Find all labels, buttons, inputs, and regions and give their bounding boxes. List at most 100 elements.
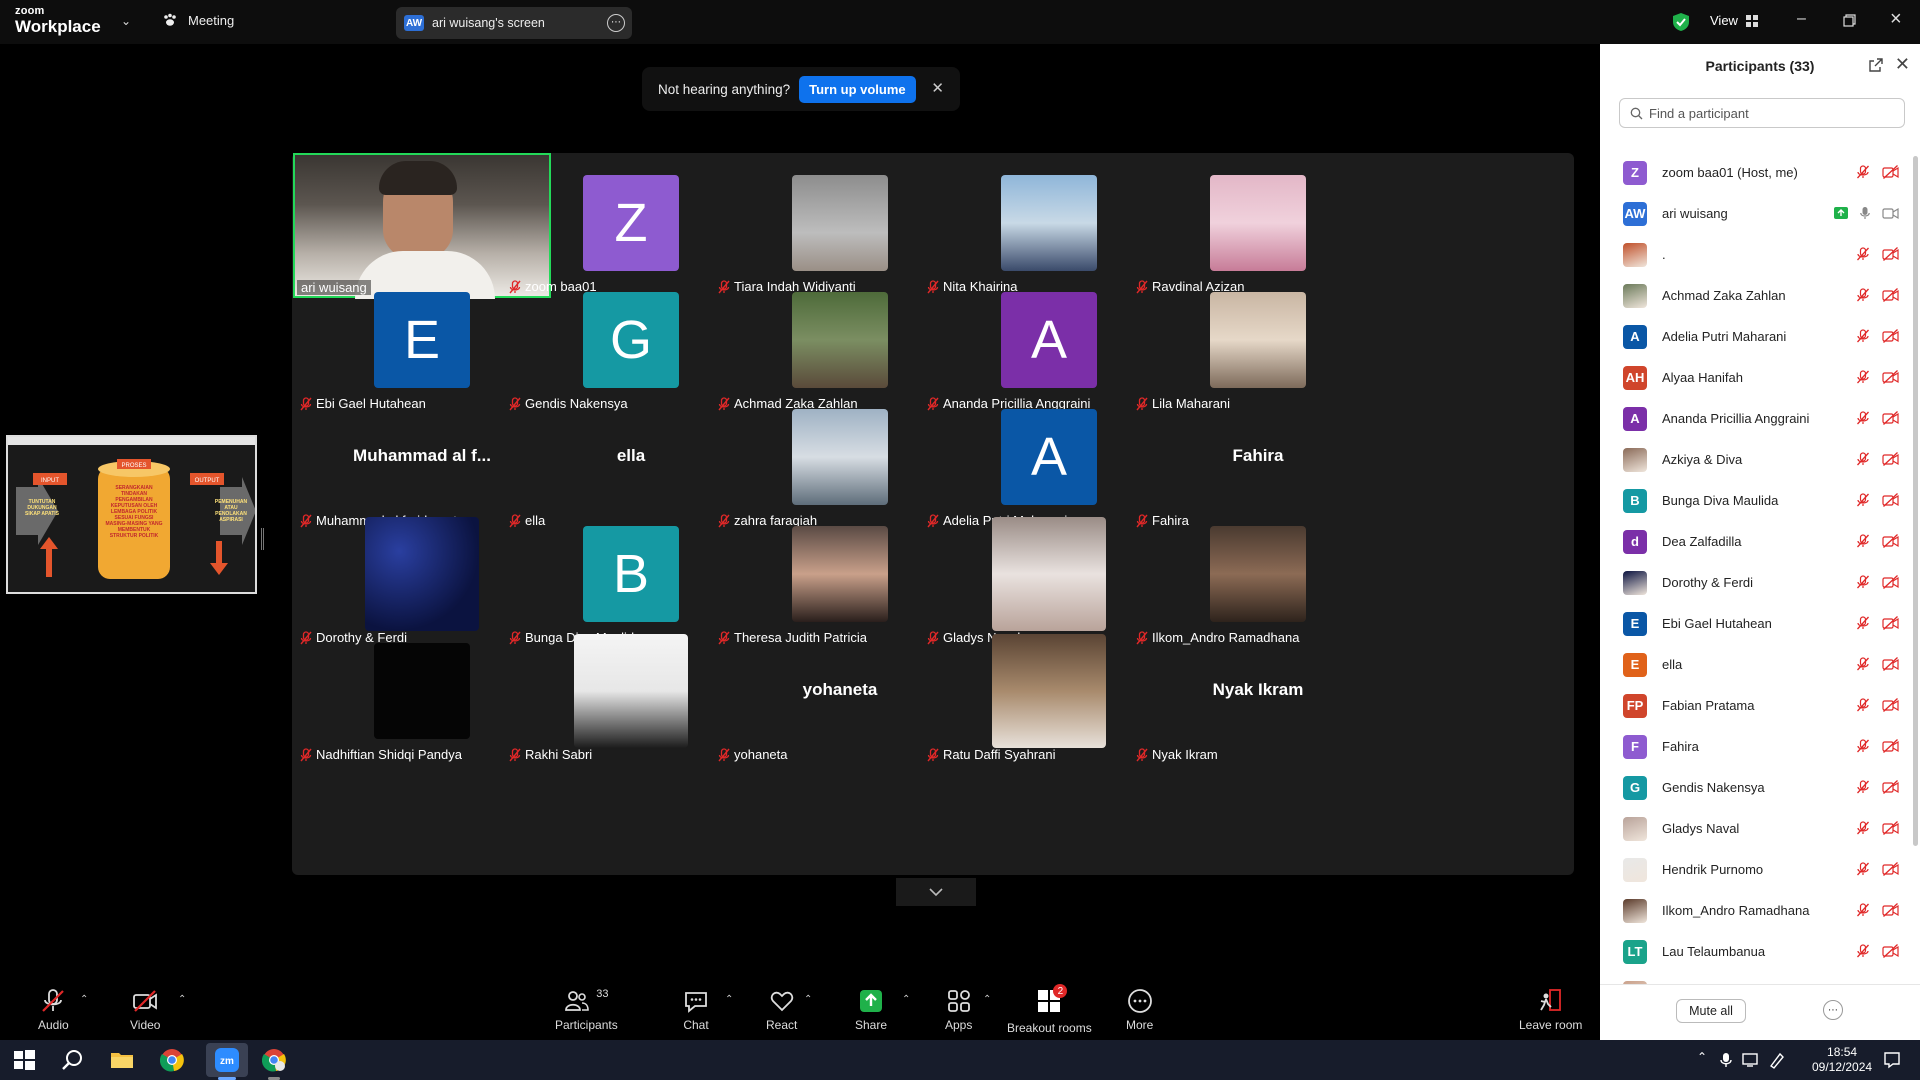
mic-muted-icon[interactable] [1856,534,1870,548]
video-off-icon[interactable] [1882,534,1899,548]
mic-muted-icon[interactable] [1856,329,1870,343]
more-options-button[interactable]: ⋯ [1823,1000,1843,1020]
participant-row[interactable]: FP Fabian Pratama [1600,685,1920,726]
system-clock[interactable]: 18:54 09/12/2024 [1812,1045,1872,1075]
close-window-icon[interactable]: × [1890,8,1902,31]
mic-muted-icon[interactable] [1856,739,1870,753]
shared-screen-thumbnail[interactable]: INPUT PROSES OUTPUT TUNTUTAN DUKUNGAN SI… [6,435,257,594]
mic-muted-icon[interactable] [1856,411,1870,425]
mic-muted-icon[interactable] [1856,698,1870,712]
video-icon[interactable] [1882,206,1899,220]
participant-row[interactable]: A Adelia Putri Maharani [1600,316,1920,357]
mic-muted-icon[interactable] [1856,370,1870,384]
restore-icon[interactable] [1843,14,1856,27]
close-panel-icon[interactable]: ✕ [1895,54,1910,75]
apps-options-caret[interactable]: ⌃ [983,994,991,1005]
participant-row[interactable]: G Gendis Nakensya [1600,767,1920,808]
video-off-icon[interactable] [1882,452,1899,466]
participant-row[interactable]: LT Lau Telaumbanua [1600,931,1920,972]
video-off-icon[interactable] [1882,780,1899,794]
close-banner-icon[interactable]: ✕ [931,79,944,97]
mic-icon[interactable] [1860,206,1870,220]
thumbnail-drag-handle[interactable] [261,528,264,550]
video-off-icon[interactable] [1882,329,1899,343]
video-off-icon[interactable] [1882,657,1899,671]
microphone-tray-icon[interactable] [1720,1052,1732,1068]
meeting-tab[interactable]: Meeting [162,12,234,28]
video-off-icon[interactable] [1882,944,1899,958]
chat-options-caret[interactable]: ⌃ [725,994,733,1005]
chrome-profile-icon[interactable] [262,1048,286,1072]
video-off-icon[interactable] [1882,165,1899,179]
participant-list-scrollbar[interactable] [1913,156,1918,846]
more-button[interactable]: More [1126,988,1153,1032]
video-tile[interactable]: Nyak Ikram Nyak Ikram [1130,619,1386,763]
pen-tray-icon[interactable] [1768,1051,1786,1069]
video-off-icon[interactable] [1882,903,1899,917]
leave-room-button[interactable]: Leave room [1519,988,1582,1032]
mic-muted-icon[interactable] [1856,862,1870,876]
share-button[interactable]: Share [855,988,887,1032]
mic-muted-icon[interactable] [1856,657,1870,671]
video-off-icon[interactable] [1882,370,1899,384]
video-off-icon[interactable] [1882,411,1899,425]
tray-chevron-up-icon[interactable]: ⌃ [1697,1050,1707,1064]
network-icon[interactable] [1742,1052,1760,1068]
react-options-caret[interactable]: ⌃ [804,994,812,1005]
zoom-workplace-logo[interactable]: zoom Workplace [15,6,101,36]
shared-screen-tab[interactable]: AW ari wuisang's screen ⋯ [396,7,632,39]
participant-row[interactable]: A Ananda Pricillia Anggraini [1600,398,1920,439]
more-options-icon[interactable]: ⋯ [607,14,625,32]
video-button[interactable]: Video [130,988,160,1032]
video-off-icon[interactable] [1882,575,1899,589]
participant-row[interactable]: Azkiya & Diva [1600,439,1920,480]
view-button[interactable]: View [1710,13,1758,28]
audio-options-caret[interactable]: ⌃ [80,994,88,1005]
participant-row[interactable]: B Bunga Diva Maulida [1600,480,1920,521]
participant-row[interactable]: E Ebi Gael Hutahean [1600,603,1920,644]
chrome-icon[interactable] [160,1048,184,1072]
mic-muted-icon[interactable] [1856,165,1870,179]
video-off-icon[interactable] [1882,493,1899,507]
video-off-icon[interactable] [1882,739,1899,753]
chevron-down-icon[interactable]: ⌄ [121,14,131,28]
participant-row[interactable]: d Dea Zalfadilla [1600,521,1920,562]
turn-up-volume-button[interactable]: Turn up volume [799,75,916,103]
pop-out-icon[interactable] [1868,57,1884,73]
video-options-caret[interactable]: ⌃ [178,994,186,1005]
mic-muted-icon[interactable] [1856,452,1870,466]
mic-muted-icon[interactable] [1856,247,1870,261]
participant-row[interactable]: Dorothy & Ferdi [1600,562,1920,603]
audio-button[interactable]: Audio [38,988,69,1032]
participant-row[interactable]: . [1600,234,1920,275]
video-off-icon[interactable] [1882,247,1899,261]
mic-muted-icon[interactable] [1856,575,1870,589]
apps-button[interactable]: Apps [945,988,972,1032]
video-off-icon[interactable] [1882,288,1899,302]
react-button[interactable]: React [766,988,797,1032]
search-icon[interactable] [61,1048,85,1072]
participant-row[interactable]: Ilkom_Andro Ramadhana [1600,890,1920,931]
breakout-rooms-button[interactable]: 2 Breakout rooms [1007,984,1092,1035]
video-off-icon[interactable] [1882,616,1899,630]
video-off-icon[interactable] [1882,821,1899,835]
notifications-icon[interactable] [1883,1051,1901,1069]
mic-muted-icon[interactable] [1856,780,1870,794]
participant-row[interactable]: Hendrik Purnomo [1600,849,1920,890]
windows-start-icon[interactable] [12,1048,36,1072]
minimize-icon[interactable]: – [1797,10,1806,28]
mic-muted-icon[interactable] [1856,821,1870,835]
participants-button[interactable]: 33 Participants [555,988,618,1032]
participant-row[interactable]: Zzoom baa01 (Host, me) [1600,152,1920,193]
chat-button[interactable]: Chat [683,988,709,1032]
mic-muted-icon[interactable] [1856,944,1870,958]
share-options-caret[interactable]: ⌃ [902,994,910,1005]
gallery-next-page-button[interactable] [896,878,976,906]
mute-all-button[interactable]: Mute all [1676,999,1746,1023]
participant-row[interactable]: Eella [1600,644,1920,685]
file-explorer-icon[interactable] [110,1048,134,1072]
participant-row[interactable]: AW ari wuisang [1600,193,1920,234]
participant-search-input[interactable]: Find a participant [1619,98,1905,128]
mic-muted-icon[interactable] [1856,493,1870,507]
participant-row[interactable]: AH Alyaa Hanifah [1600,357,1920,398]
